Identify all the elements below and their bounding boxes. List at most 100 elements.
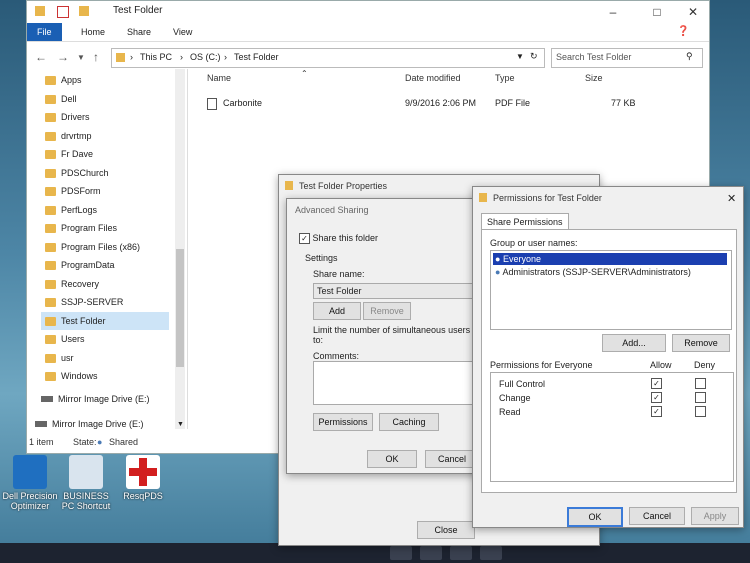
back-icon[interactable]: ←: [35, 50, 47, 64]
remove-user-button[interactable]: Remove: [672, 334, 730, 352]
column-header-name[interactable]: Name: [207, 73, 231, 83]
close-icon[interactable]: ✕: [727, 192, 736, 205]
allow-change-checkbox[interactable]: ✓: [651, 392, 662, 403]
deny-label: Deny: [694, 360, 716, 370]
list-item[interactable]: ● Everyone: [493, 253, 727, 265]
sidebar-item-label: Fr Dave: [61, 149, 94, 159]
forward-icon[interactable]: →: [57, 50, 69, 64]
sidebar-item-mirror-drive[interactable]: Mirror Image Drive (E:): [35, 415, 144, 433]
tab-share[interactable]: Share: [117, 23, 161, 41]
sidebar-item-ssjp-server[interactable]: SSJP-SERVER: [45, 293, 123, 311]
sidebar-item-usr[interactable]: usr: [45, 349, 74, 367]
taskbar-button[interactable]: [480, 546, 502, 560]
deny-change-checkbox[interactable]: [695, 392, 706, 403]
minimize-icon[interactable]: –: [605, 5, 621, 19]
ok-button[interactable]: OK: [567, 507, 623, 527]
deny-full-control-checkbox[interactable]: [695, 378, 706, 389]
sidebar-item-drvrtmp[interactable]: drvrtmp: [45, 127, 92, 145]
permissions-button[interactable]: Permissions: [313, 413, 373, 431]
cancel-button[interactable]: Cancel: [425, 450, 479, 468]
new-folder-quick-icon[interactable]: [79, 6, 89, 16]
sidebar-item-fr-dave[interactable]: Fr Dave: [45, 145, 93, 163]
share-folder-checkbox[interactable]: ✓ Share this folder: [299, 233, 378, 245]
properties-quick-icon[interactable]: [57, 6, 69, 18]
allow-label: Allow: [650, 360, 672, 370]
help-icon[interactable]: ❓: [677, 26, 689, 37]
close-icon[interactable]: ✕: [685, 5, 701, 19]
address-row: ← → ▼ ↑ › This PC › OS (C:) › Test Folde…: [27, 45, 709, 69]
column-header-date[interactable]: Date modified: [405, 73, 461, 83]
refresh-icon[interactable]: ↻: [530, 51, 538, 62]
folder-icon: [285, 181, 293, 190]
desktop-icon-dell-optimizer[interactable]: Dell Precision Optimizer: [0, 455, 60, 511]
address-bar[interactable]: › This PC › OS (C:) › Test Folder ▼ ↻: [111, 48, 545, 68]
sidebar-item-pdsform[interactable]: PDSForm: [45, 182, 101, 200]
caching-button[interactable]: Caching: [379, 413, 439, 431]
desktop-icon-resqpds[interactable]: ResqPDS: [113, 455, 173, 501]
cancel-button[interactable]: Cancel: [629, 507, 685, 525]
breadcrumb-this-pc[interactable]: This PC: [140, 52, 172, 62]
sidebar-item-perflogs[interactable]: PerfLogs: [45, 201, 97, 219]
column-header-type[interactable]: Type: [495, 73, 515, 83]
sidebar-item-program-files-x86-[interactable]: Program Files (x86): [45, 238, 140, 256]
nav-scrollbar-thumb[interactable]: [176, 249, 184, 367]
search-box[interactable]: Search Test Folder ⚲: [551, 48, 703, 68]
ribbon-tabs: File Home Share View ❓: [27, 23, 709, 42]
user-name: Everyone: [502, 254, 541, 264]
list-item[interactable]: ● Administrators (SSJP-SERVER\Administra…: [493, 266, 727, 278]
sidebar-item-drivers[interactable]: Drivers: [45, 108, 90, 126]
close-button[interactable]: Close: [417, 521, 475, 539]
sidebar-item-program-files[interactable]: Program Files: [45, 219, 117, 237]
resqpds-icon: [126, 455, 160, 489]
breadcrumb-os-c[interactable]: OS (C:): [190, 52, 221, 62]
taskbar-button[interactable]: [390, 546, 412, 560]
pdf-file-icon: [207, 98, 217, 110]
maximize-icon[interactable]: □: [649, 5, 665, 19]
share-name-label: Share name:: [313, 269, 365, 279]
sidebar-item-mirror-drive[interactable]: Mirror Image Drive (E:): [41, 390, 150, 408]
address-chevron-down-icon[interactable]: ▼: [516, 52, 524, 61]
state-label: State:: [73, 437, 97, 447]
recent-chevron-down-icon[interactable]: ▼: [77, 53, 85, 62]
file-size: 77 KB: [611, 98, 636, 108]
tab-home[interactable]: Home: [71, 23, 115, 41]
file-type: PDF File: [495, 98, 531, 108]
sidebar-item-apps[interactable]: Apps: [45, 71, 82, 89]
up-icon[interactable]: ↑: [93, 50, 99, 64]
allow-read-checkbox[interactable]: ✓: [651, 406, 662, 417]
tab-file[interactable]: File: [27, 23, 62, 41]
search-input[interactable]: Search Test Folder: [556, 52, 631, 62]
add-share-button[interactable]: Add: [313, 302, 361, 320]
sidebar-item-recovery[interactable]: Recovery: [45, 275, 99, 293]
sidebar-item-programdata[interactable]: ProgramData: [45, 256, 115, 274]
desktop-icon-business-pc[interactable]: BUSINESS PC Shortcut: [56, 455, 116, 511]
folder-icon: [45, 279, 56, 289]
users-icon: ●: [495, 267, 501, 277]
share-name-field[interactable]: Test Folder: [313, 283, 476, 299]
folder-icon: [45, 316, 56, 326]
comments-label: Comments:: [313, 351, 360, 361]
sidebar-item-test-folder[interactable]: Test Folder: [41, 311, 169, 330]
deny-read-checkbox[interactable]: [695, 406, 706, 417]
tab-view[interactable]: View: [163, 23, 202, 41]
breadcrumb-test-folder[interactable]: Test Folder: [234, 52, 279, 62]
sidebar-item-users[interactable]: Users: [45, 330, 85, 348]
file-name: Carbonite: [223, 98, 263, 108]
sidebar-item-pdschurch[interactable]: PDSChurch: [45, 164, 109, 182]
sidebar-item-windows[interactable]: Windows: [45, 367, 98, 385]
taskbar-button[interactable]: [420, 546, 442, 560]
folder-icon: [35, 6, 45, 16]
sidebar-item-dell[interactable]: Dell: [45, 90, 77, 108]
allow-full-control-checkbox[interactable]: ✓: [651, 378, 662, 389]
ok-button[interactable]: OK: [367, 450, 417, 468]
add-user-button[interactable]: Add...: [602, 334, 666, 352]
scroll-down-icon[interactable]: ▼: [177, 421, 184, 428]
tab-share-permissions[interactable]: Share Permissions: [481, 213, 569, 230]
taskbar-button[interactable]: [450, 546, 472, 560]
column-header-size[interactable]: Size: [585, 73, 603, 83]
table-row[interactable]: Carbonite 9/9/2016 2:06 PM PDF File 77 K…: [207, 95, 647, 111]
sidebar-item-label: Test Folder: [61, 315, 106, 326]
table-row: Full Control ✓: [499, 377, 729, 391]
sidebar-item-label: PDSChurch: [61, 167, 109, 178]
comments-field[interactable]: [313, 361, 480, 405]
